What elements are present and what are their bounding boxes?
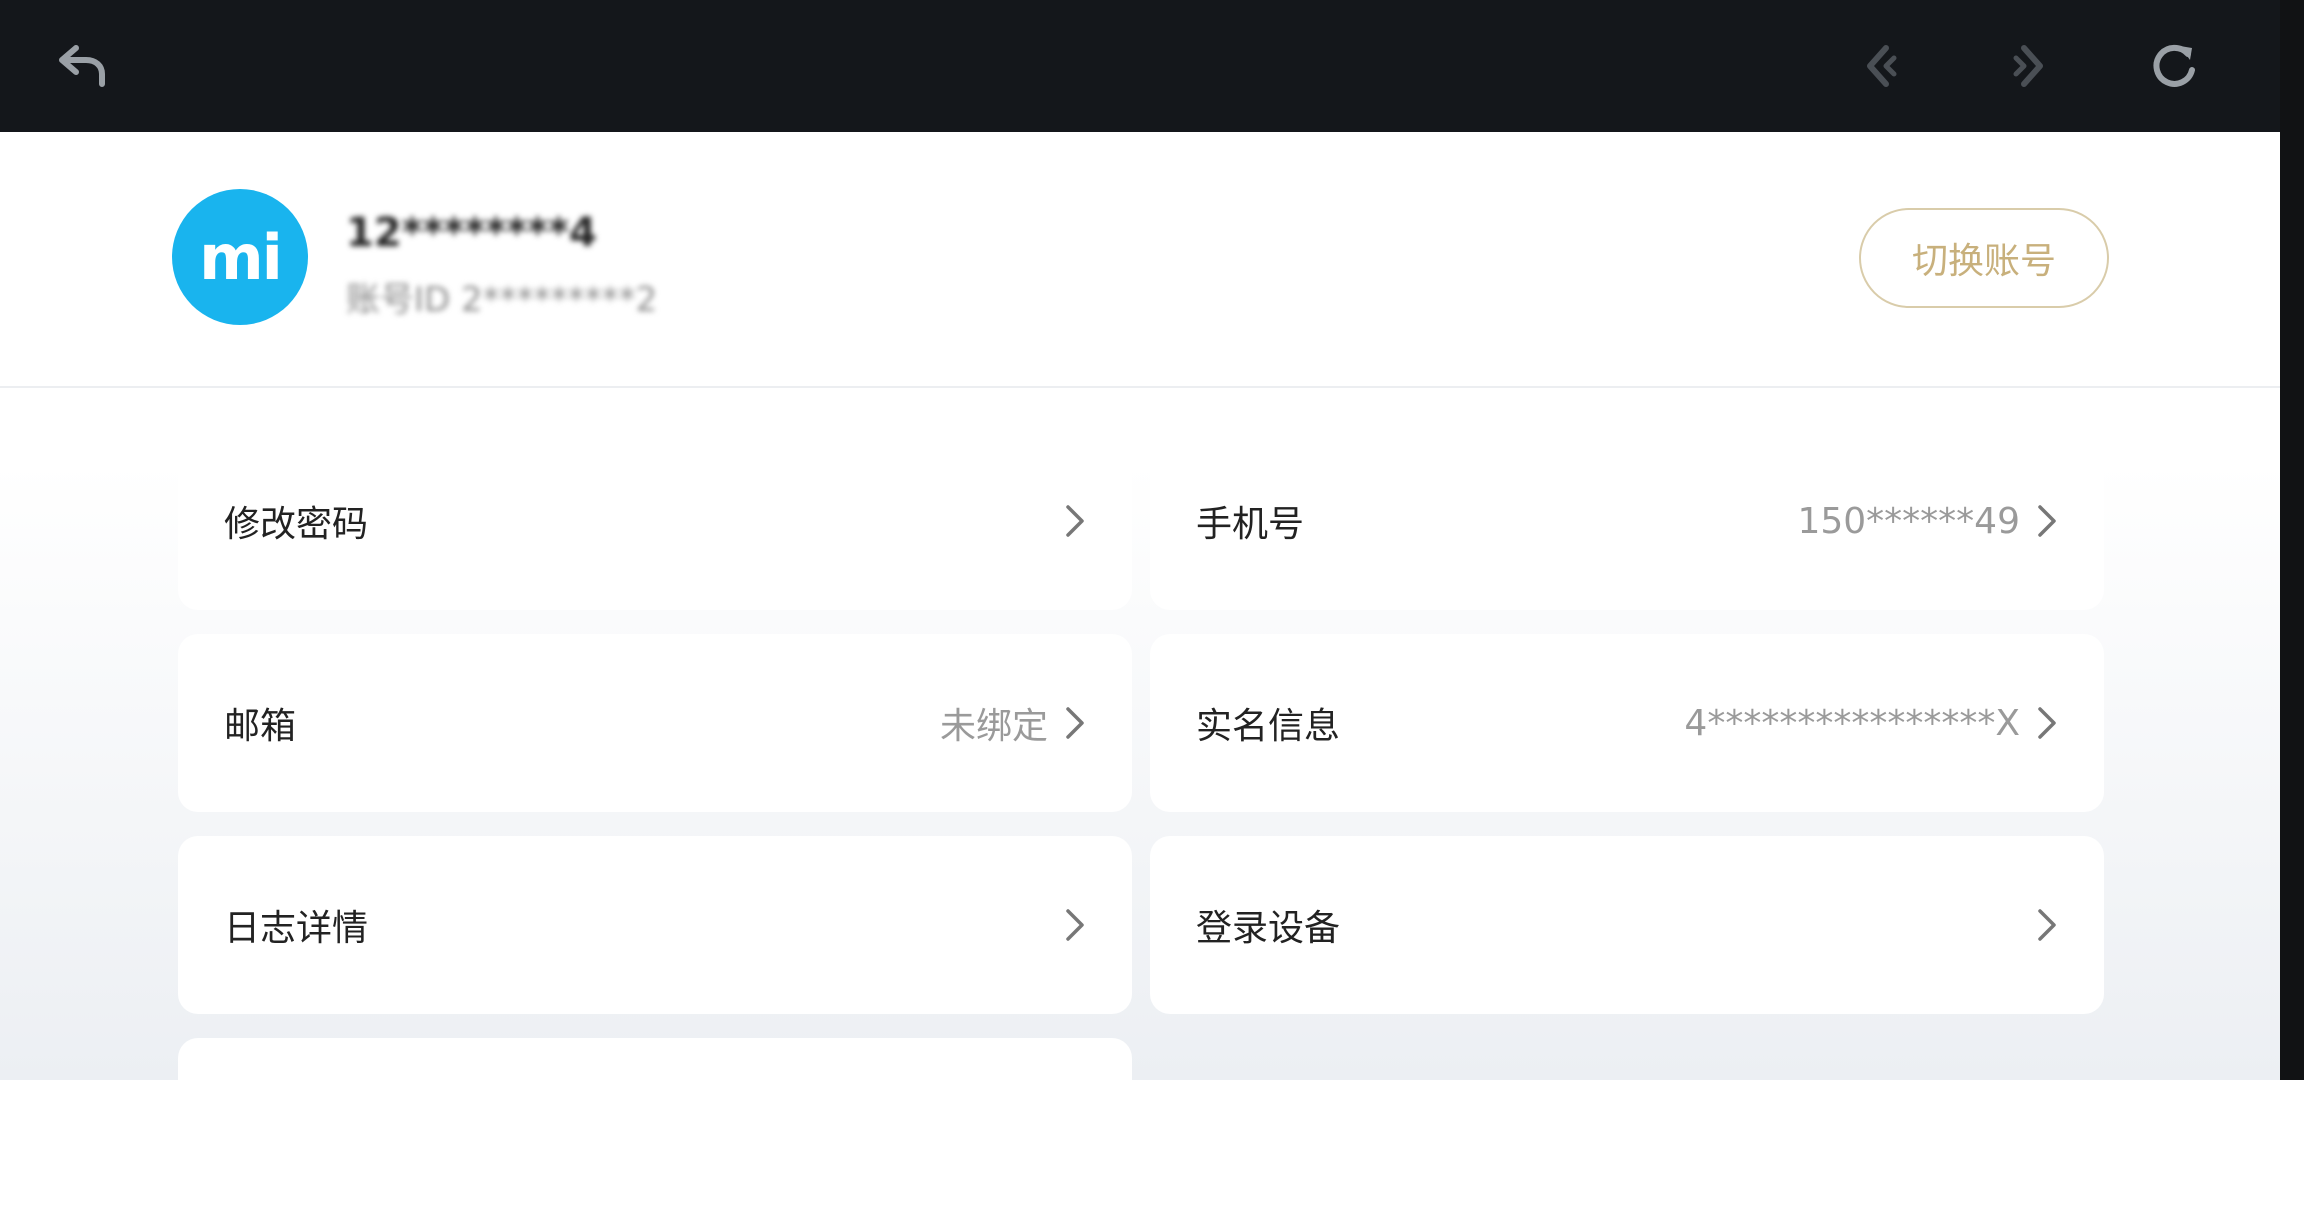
- arrow-left-icon: [1867, 45, 1897, 87]
- chevron-right-icon: [1066, 505, 1084, 537]
- switch-account-button[interactable]: 切换账号: [1859, 208, 2109, 308]
- settings-item-value: 未绑定: [939, 706, 1048, 747]
- settings-item-partial[interactable]: [178, 1038, 1132, 1216]
- chevron-right-icon: [1066, 909, 1084, 941]
- top-toolbar: [0, 0, 2280, 132]
- settings-item-label: 邮箱: [224, 706, 297, 747]
- avatar-logo-text: mi: [199, 220, 283, 294]
- settings-item-value: 150******49: [1797, 500, 2020, 542]
- settings-item-value: 4****************X: [1684, 702, 2020, 744]
- settings-item-right: 4****************X: [1684, 703, 2058, 744]
- next-page-button[interactable]: [1982, 36, 2074, 96]
- settings-item-label: 日志详情: [224, 908, 369, 949]
- screen-edge: [2280, 0, 2304, 1080]
- settings-item-label: 登录设备: [1196, 908, 1341, 949]
- profile-header: mi 12********4 账号ID 2*********2 切换账号: [0, 132, 2280, 388]
- refresh-icon: [2153, 44, 2195, 87]
- settings-item-right: [1048, 907, 1086, 943]
- settings-item-login-devices[interactable]: 登录设备: [1150, 836, 2104, 1014]
- settings-item-change-password[interactable]: 修改密码: [178, 432, 1132, 610]
- chevron-right-icon: [1066, 707, 1084, 739]
- username: 12********4: [346, 210, 597, 256]
- account-page: mi 12********4 账号ID 2*********2 切换账号 修改密…: [0, 132, 2280, 1216]
- chevron-right-icon: [2038, 505, 2056, 537]
- back-button[interactable]: [36, 36, 128, 96]
- settings-item-log-details[interactable]: 日志详情: [178, 836, 1132, 1014]
- chevron-right-icon: [2038, 707, 2056, 739]
- settings-item-label: 修改密码: [224, 504, 369, 545]
- settings-item-email[interactable]: 邮箱 未绑定: [178, 634, 1132, 812]
- settings-item-real-name[interactable]: 实名信息 4****************X: [1150, 634, 2104, 812]
- arrow-right-icon: [2013, 45, 2043, 87]
- user-id: 账号ID 2*********2: [346, 280, 658, 320]
- refresh-button[interactable]: [2128, 36, 2220, 96]
- chevron-right-icon: [2038, 909, 2056, 941]
- settings-item-label: 手机号: [1196, 504, 1305, 545]
- settings-item-right: 150******49: [1797, 501, 2058, 542]
- settings-item-phone[interactable]: 手机号 150******49: [1150, 432, 2104, 610]
- settings-item-right: [2020, 907, 2058, 943]
- settings-item-right: 未绑定: [940, 697, 1086, 749]
- avatar: mi: [172, 189, 308, 325]
- prev-page-button[interactable]: [1836, 36, 1928, 96]
- undo-arrow-icon: [59, 45, 105, 87]
- settings-item-right: [1048, 503, 1086, 539]
- settings-item-label: 实名信息: [1196, 706, 1341, 747]
